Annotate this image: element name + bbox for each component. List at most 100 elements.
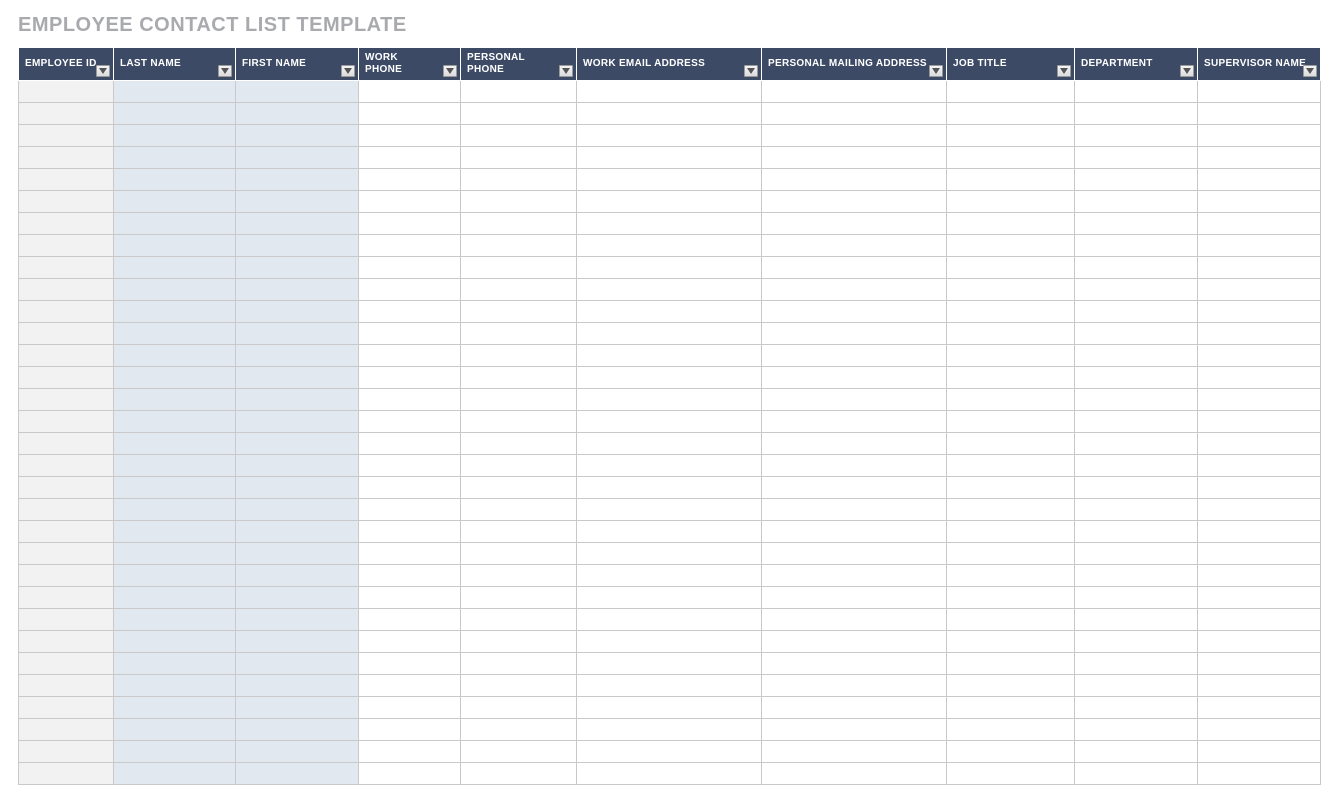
cell[interactable] <box>1075 719 1198 741</box>
cell[interactable] <box>236 169 359 191</box>
cell[interactable] <box>359 697 461 719</box>
cell[interactable] <box>114 741 236 763</box>
cell[interactable] <box>359 675 461 697</box>
cell[interactable] <box>236 301 359 323</box>
cell[interactable] <box>236 521 359 543</box>
cell[interactable] <box>19 631 114 653</box>
cell[interactable] <box>359 125 461 147</box>
cell[interactable] <box>359 477 461 499</box>
cell[interactable] <box>114 499 236 521</box>
cell[interactable] <box>19 609 114 631</box>
cell[interactable] <box>1198 653 1321 675</box>
cell[interactable] <box>577 741 762 763</box>
cell[interactable] <box>947 499 1075 521</box>
cell[interactable] <box>236 235 359 257</box>
column-header-3[interactable]: WORKPHONE <box>359 48 461 81</box>
cell[interactable] <box>947 719 1075 741</box>
cell[interactable] <box>236 455 359 477</box>
column-header-4[interactable]: PERSONALPHONE <box>461 48 577 81</box>
cell[interactable] <box>236 367 359 389</box>
cell[interactable] <box>461 521 577 543</box>
cell[interactable] <box>947 543 1075 565</box>
cell[interactable] <box>236 543 359 565</box>
cell[interactable] <box>577 323 762 345</box>
cell[interactable] <box>114 213 236 235</box>
cell[interactable] <box>359 213 461 235</box>
cell[interactable] <box>1198 103 1321 125</box>
cell[interactable] <box>359 103 461 125</box>
cell[interactable] <box>114 301 236 323</box>
cell[interactable] <box>1075 389 1198 411</box>
cell[interactable] <box>1198 345 1321 367</box>
cell[interactable] <box>1075 257 1198 279</box>
cell[interactable] <box>359 455 461 477</box>
cell[interactable] <box>236 609 359 631</box>
cell[interactable] <box>461 543 577 565</box>
cell[interactable] <box>1198 279 1321 301</box>
cell[interactable] <box>1075 125 1198 147</box>
cell[interactable] <box>947 587 1075 609</box>
cell[interactable] <box>1198 521 1321 543</box>
cell[interactable] <box>236 411 359 433</box>
cell[interactable] <box>1198 455 1321 477</box>
cell[interactable] <box>461 565 577 587</box>
cell[interactable] <box>359 543 461 565</box>
cell[interactable] <box>947 631 1075 653</box>
cell[interactable] <box>19 301 114 323</box>
cell[interactable] <box>1198 587 1321 609</box>
cell[interactable] <box>577 389 762 411</box>
cell[interactable] <box>1075 323 1198 345</box>
cell[interactable] <box>236 631 359 653</box>
cell[interactable] <box>114 455 236 477</box>
cell[interactable] <box>1198 411 1321 433</box>
cell[interactable] <box>114 609 236 631</box>
cell[interactable] <box>1198 301 1321 323</box>
cell[interactable] <box>19 587 114 609</box>
cell[interactable] <box>114 697 236 719</box>
cell[interactable] <box>236 719 359 741</box>
cell[interactable] <box>1075 301 1198 323</box>
cell[interactable] <box>114 125 236 147</box>
cell[interactable] <box>19 279 114 301</box>
cell[interactable] <box>19 389 114 411</box>
cell[interactable] <box>359 521 461 543</box>
cell[interactable] <box>19 235 114 257</box>
cell[interactable] <box>947 433 1075 455</box>
cell[interactable] <box>577 279 762 301</box>
cell[interactable] <box>577 257 762 279</box>
filter-dropdown-icon[interactable] <box>744 65 758 77</box>
cell[interactable] <box>461 609 577 631</box>
cell[interactable] <box>1198 235 1321 257</box>
cell[interactable] <box>114 235 236 257</box>
cell[interactable] <box>359 565 461 587</box>
cell[interactable] <box>1075 763 1198 785</box>
cell[interactable] <box>762 521 947 543</box>
cell[interactable] <box>1075 521 1198 543</box>
cell[interactable] <box>114 103 236 125</box>
cell[interactable] <box>762 103 947 125</box>
cell[interactable] <box>577 147 762 169</box>
cell[interactable] <box>577 477 762 499</box>
cell[interactable] <box>461 741 577 763</box>
cell[interactable] <box>762 81 947 103</box>
cell[interactable] <box>461 191 577 213</box>
cell[interactable] <box>947 301 1075 323</box>
cell[interactable] <box>1198 543 1321 565</box>
cell[interactable] <box>114 477 236 499</box>
cell[interactable] <box>1198 609 1321 631</box>
cell[interactable] <box>461 389 577 411</box>
cell[interactable] <box>762 631 947 653</box>
cell[interactable] <box>577 631 762 653</box>
cell[interactable] <box>19 741 114 763</box>
cell[interactable] <box>114 565 236 587</box>
cell[interactable] <box>236 675 359 697</box>
cell[interactable] <box>762 609 947 631</box>
cell[interactable] <box>236 565 359 587</box>
cell[interactable] <box>577 411 762 433</box>
cell[interactable] <box>947 565 1075 587</box>
filter-dropdown-icon[interactable] <box>1057 65 1071 77</box>
cell[interactable] <box>577 81 762 103</box>
cell[interactable] <box>461 169 577 191</box>
cell[interactable] <box>1198 477 1321 499</box>
cell[interactable] <box>1075 213 1198 235</box>
